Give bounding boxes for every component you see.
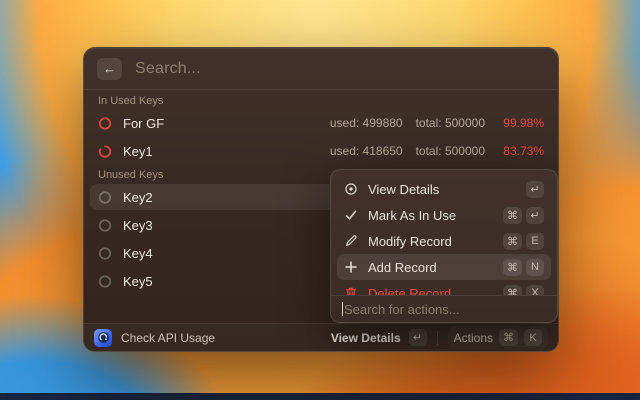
return-key-badge: ↵	[526, 180, 544, 198]
usage-percent: 99.98%	[503, 116, 544, 130]
list-item-for-gf[interactable]: For GF used: 499880 total: 500000 99.98%	[90, 110, 552, 136]
action-mark-as-in-use[interactable]: Mark As In Use ⌘ ↵	[337, 202, 551, 228]
action-label: View Details	[368, 181, 440, 197]
actions-button[interactable]: Actions ⌘ K	[447, 326, 548, 349]
shortcut-keys: ↵	[526, 180, 544, 198]
progress-ring-icon	[98, 144, 112, 158]
action-modify-record[interactable]: Modify Record ⌘ E	[337, 228, 551, 254]
total-count: total: 500000	[415, 116, 485, 130]
action-add-record-highlighted[interactable]: Add Record ⌘ N	[337, 254, 551, 280]
actions-button-label: Actions	[453, 330, 493, 345]
used-count: used: 499880	[329, 116, 403, 130]
plus-icon	[344, 260, 358, 274]
usage-stats: used: 499880 total: 500000 99.98%	[330, 116, 544, 130]
key-name: Key4	[123, 245, 153, 261]
x-key-badge: X	[526, 284, 544, 295]
action-delete-record[interactable]: Delete Record ⌘ X	[337, 280, 551, 295]
return-key-badge: ↵	[408, 329, 427, 346]
vertical-divider	[436, 330, 438, 345]
key-name: Key5	[123, 273, 153, 289]
progress-ring-icon	[98, 116, 112, 130]
used-count: used: 418650	[329, 144, 403, 158]
search-input[interactable]: Search...	[135, 60, 201, 78]
actions-menu-rows: View Details ↵ Mark As In Use ⌘ ↵ Modify…	[331, 170, 557, 295]
action-label: Modify Record	[368, 233, 452, 249]
key-name: Key2	[123, 189, 153, 205]
usage-stats: used: 418650 total: 500000 83.73%	[330, 144, 544, 158]
command-key-badge: ⌘	[503, 258, 522, 276]
trash-icon	[344, 286, 358, 295]
eye-icon	[344, 182, 358, 196]
key-name: For GF	[123, 115, 165, 131]
text-caret	[342, 302, 343, 316]
list-item-key1[interactable]: Key1 used: 418650 total: 500000 83.73%	[90, 138, 552, 164]
command-key-badge: ⌘	[503, 284, 522, 295]
actions-menu: View Details ↵ Mark As In Use ⌘ ↵ Modify…	[330, 169, 558, 323]
search-bar: ← Search...	[84, 48, 558, 90]
arrow-left-icon: ←	[103, 61, 116, 76]
command-key-badge: ⌘	[503, 232, 522, 250]
k-key-badge: K	[524, 329, 542, 346]
action-label: Add Record	[368, 259, 437, 275]
actions-search-placeholder: Search for actions...	[344, 301, 460, 317]
status-bar-actions: View Details ↵ Actions ⌘ K	[331, 326, 548, 349]
shortcut-keys: ⌘ X	[503, 284, 544, 295]
usage-percent: 83.73%	[503, 144, 544, 158]
shortcut-keys: ⌘ ↵	[503, 206, 544, 224]
n-key-badge: N	[526, 258, 544, 276]
progress-ring-icon	[98, 274, 112, 288]
action-view-details[interactable]: View Details ↵	[337, 176, 551, 202]
command-key-badge: ⌘	[499, 329, 518, 346]
pencil-icon	[344, 234, 358, 248]
action-label: Delete Record	[368, 285, 452, 296]
extension-name: Check API Usage	[121, 330, 216, 345]
shortcut-keys: ⌘ E	[503, 232, 544, 250]
total-count: total: 500000	[415, 144, 485, 158]
check-api-usage-app-icon	[94, 328, 112, 347]
command-key-badge: ⌘	[503, 206, 522, 224]
primary-action-button[interactable]: View Details	[331, 331, 401, 345]
shortcut-keys: ⌘ N	[503, 258, 544, 276]
status-bar: Check API Usage View Details ↵ Actions ⌘…	[84, 323, 558, 351]
key-name: Key3	[123, 217, 153, 233]
launcher-window: ← Search... In Used Keys For GF used: 49…	[83, 47, 559, 352]
back-button[interactable]: ←	[97, 57, 122, 80]
key-name: Key1	[123, 143, 153, 159]
e-key-badge: E	[526, 232, 544, 250]
progress-ring-icon	[98, 246, 112, 260]
action-label: Mark As In Use	[368, 207, 457, 223]
check-icon	[344, 208, 358, 222]
progress-ring-icon	[98, 218, 112, 232]
wallpaper-bottom-strip	[0, 393, 640, 400]
section-title-in-used-keys: In Used Keys	[98, 95, 164, 107]
progress-ring-icon	[98, 190, 112, 204]
actions-search-field[interactable]: Search for actions...	[331, 296, 557, 322]
return-key-badge: ↵	[526, 206, 544, 224]
